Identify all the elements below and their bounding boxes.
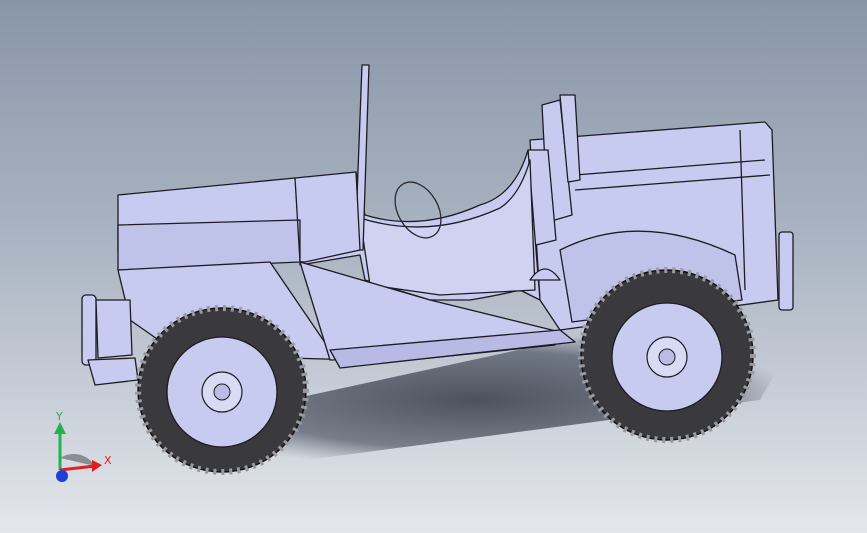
y-axis-label: Y — [55, 410, 63, 423]
x-axis-label: X — [104, 454, 112, 467]
tail-bracket — [778, 231, 794, 311]
hood-side — [117, 219, 301, 271]
coordinate-triad: Y X — [54, 410, 112, 482]
graphics-viewport[interactable]: Y X — [0, 0, 867, 533]
rear-wheel — [578, 267, 756, 443]
front-bumper-lower — [87, 357, 139, 386]
grille — [95, 299, 133, 359]
door-cutout — [359, 159, 536, 296]
front-wheel — [135, 305, 309, 475]
z-axis-icon — [56, 470, 68, 482]
front-bumper-post — [81, 294, 97, 366]
jeep-3d-model[interactable] — [0, 0, 867, 533]
x-axis-icon — [59, 464, 96, 472]
